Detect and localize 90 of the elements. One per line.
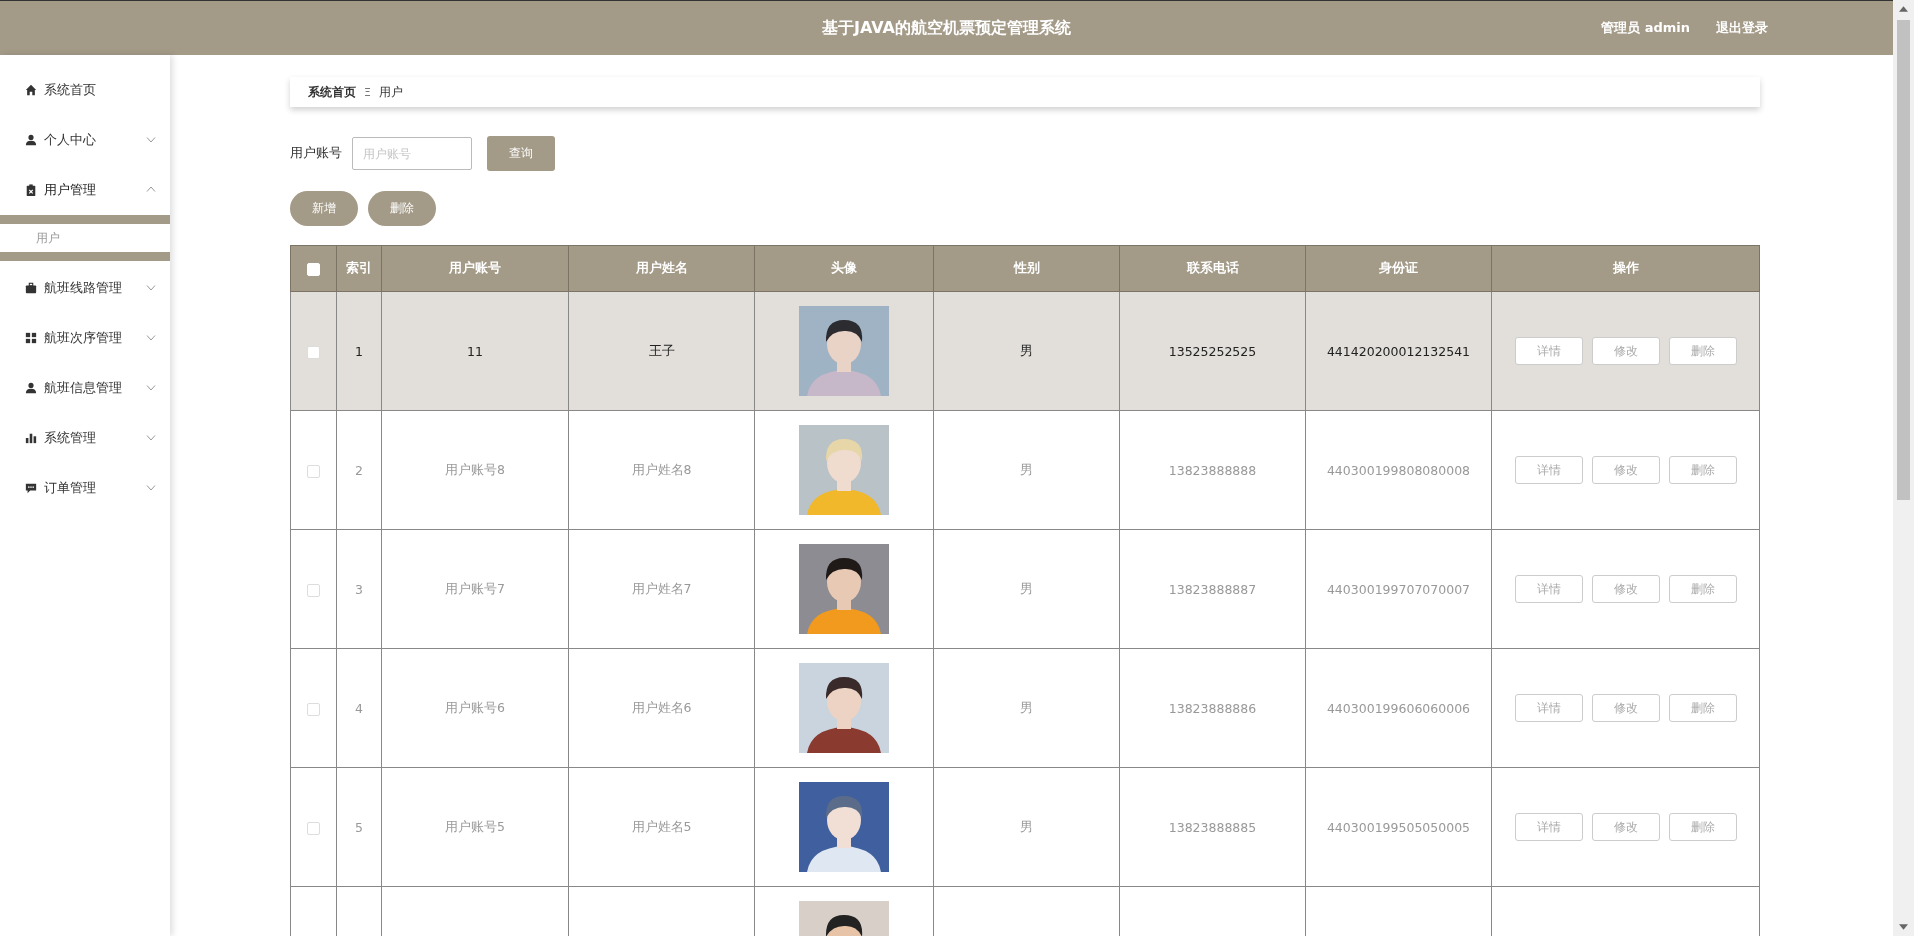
table-cell: 用户账号8 [445, 461, 505, 477]
sidebar-item[interactable]: 航班线路管理 [0, 263, 170, 313]
sidebar-item[interactable]: 系统首页 [0, 65, 170, 115]
delete-button[interactable]: 删除 [1668, 337, 1737, 365]
table-cell: 1 [355, 343, 363, 359]
delete-button[interactable]: 删除 [1668, 575, 1737, 603]
table-cell: 用户姓名8 [631, 461, 692, 477]
column-header: 操作 [1612, 260, 1639, 275]
table-cell: 441420200012132541 [1326, 343, 1471, 359]
grid-icon [25, 332, 37, 344]
sidebar-item[interactable]: 用户管理 [0, 165, 170, 215]
delete-button[interactable]: 删除 [368, 191, 436, 226]
table-cell: 440300199808080008 [1326, 462, 1471, 478]
add-button[interactable]: 新增 [290, 191, 358, 226]
column-header: 用户账号 [449, 260, 501, 275]
clipboard-icon [25, 184, 37, 196]
details-button[interactable]: 详情 [1514, 575, 1583, 603]
search-label: 用户账号 [290, 145, 342, 162]
briefcase-icon [25, 282, 37, 294]
scroll-down-icon[interactable] [1899, 924, 1908, 930]
sidebar-item[interactable]: 个人中心 [0, 115, 170, 165]
person-icon [25, 134, 37, 146]
row-checkbox[interactable] [307, 464, 320, 478]
table-cell: 用户账号6 [445, 699, 505, 715]
scrollbar[interactable] [1893, 0, 1914, 936]
table-cell: 440300199606060006 [1326, 700, 1471, 716]
home-icon [25, 84, 37, 96]
table-cell: 用户账号7 [445, 580, 505, 596]
sidebar-subitem[interactable]: 用户 [0, 215, 170, 261]
column-header: 性别 [1013, 260, 1040, 275]
row-checkbox[interactable] [307, 821, 320, 835]
table-cell: 王子 [648, 342, 675, 358]
edit-button[interactable]: 修改 [1591, 694, 1660, 722]
table-cell: 男 [1020, 699, 1033, 715]
sidebar-item[interactable]: 航班信息管理 [0, 363, 170, 413]
table-cell: 用户姓名7 [631, 580, 692, 596]
column-header: 索引 [346, 260, 372, 275]
table-cell: 2 [355, 462, 363, 478]
row-checkbox[interactable] [307, 702, 320, 716]
delete-button[interactable]: 删除 [1668, 694, 1737, 722]
table-cell: 5 [355, 819, 363, 835]
details-button[interactable]: 详情 [1514, 456, 1583, 484]
details-button[interactable]: 详情 [1514, 694, 1583, 722]
select-all-checkbox[interactable] [307, 263, 320, 276]
table-cell: 男 [1020, 342, 1033, 358]
details-button[interactable]: 详情 [1514, 813, 1583, 841]
column-header: 头像 [831, 260, 857, 275]
edit-button[interactable]: 修改 [1591, 813, 1660, 841]
sidebar-item[interactable]: 航班次序管理 [0, 313, 170, 363]
logout-link[interactable]: 退出登录 [1716, 19, 1768, 37]
table-cell: 13525252525 [1168, 343, 1257, 359]
user-label: 管理员 admin [1601, 19, 1690, 37]
breadcrumb-separator: Ξ [364, 85, 371, 99]
table-cell: 13823888886 [1168, 700, 1257, 716]
table-cell: 440300199505050005 [1326, 819, 1471, 835]
column-header: 联系电话 [1186, 260, 1239, 275]
table-cell: 男 [1020, 580, 1033, 596]
table-cell: 13823888888 [1168, 462, 1257, 478]
details-button[interactable]: 详情 [1514, 337, 1583, 365]
edit-button[interactable]: 修改 [1591, 456, 1660, 484]
sidebar-item[interactable]: 系统管理 [0, 413, 170, 463]
edit-button[interactable]: 修改 [1591, 337, 1660, 365]
bar-chart-icon [25, 432, 37, 444]
table-cell: 男 [1020, 818, 1033, 834]
chat-icon [25, 482, 37, 494]
table-cell: 用户账号5 [445, 818, 505, 834]
breadcrumb-link[interactable]: 系统首页 [308, 83, 356, 101]
column-header: 身份证 [1379, 260, 1418, 275]
row-checkbox[interactable] [307, 583, 320, 597]
table-cell: 用户姓名5 [631, 818, 692, 834]
column-header: 用户姓名 [635, 260, 688, 275]
app-title: 基于JAVA的航空机票预定管理系统 [822, 17, 1071, 39]
scroll-up-icon[interactable] [1899, 6, 1908, 12]
table-cell: 440300199707070007 [1326, 581, 1471, 597]
table-cell: 13823888887 [1168, 581, 1257, 597]
breadcrumb-link[interactable]: 用户 [378, 83, 403, 101]
scrollbar-thumb[interactable] [1897, 20, 1910, 500]
row-checkbox[interactable] [307, 345, 320, 359]
table-cell: 11 [467, 343, 483, 359]
delete-button[interactable]: 删除 [1668, 813, 1737, 841]
delete-button[interactable]: 删除 [1668, 456, 1737, 484]
table-cell: 3 [355, 581, 363, 597]
table-cell: 13823888885 [1168, 819, 1257, 835]
table-cell: 4 [355, 700, 363, 716]
table-cell: 用户姓名6 [631, 699, 692, 715]
person-icon [25, 382, 37, 394]
sidebar-item[interactable]: 订单管理 [0, 463, 170, 513]
table-cell: 男 [1020, 461, 1033, 477]
edit-button[interactable]: 修改 [1591, 575, 1660, 603]
search-button[interactable]: 查询 [487, 136, 555, 171]
